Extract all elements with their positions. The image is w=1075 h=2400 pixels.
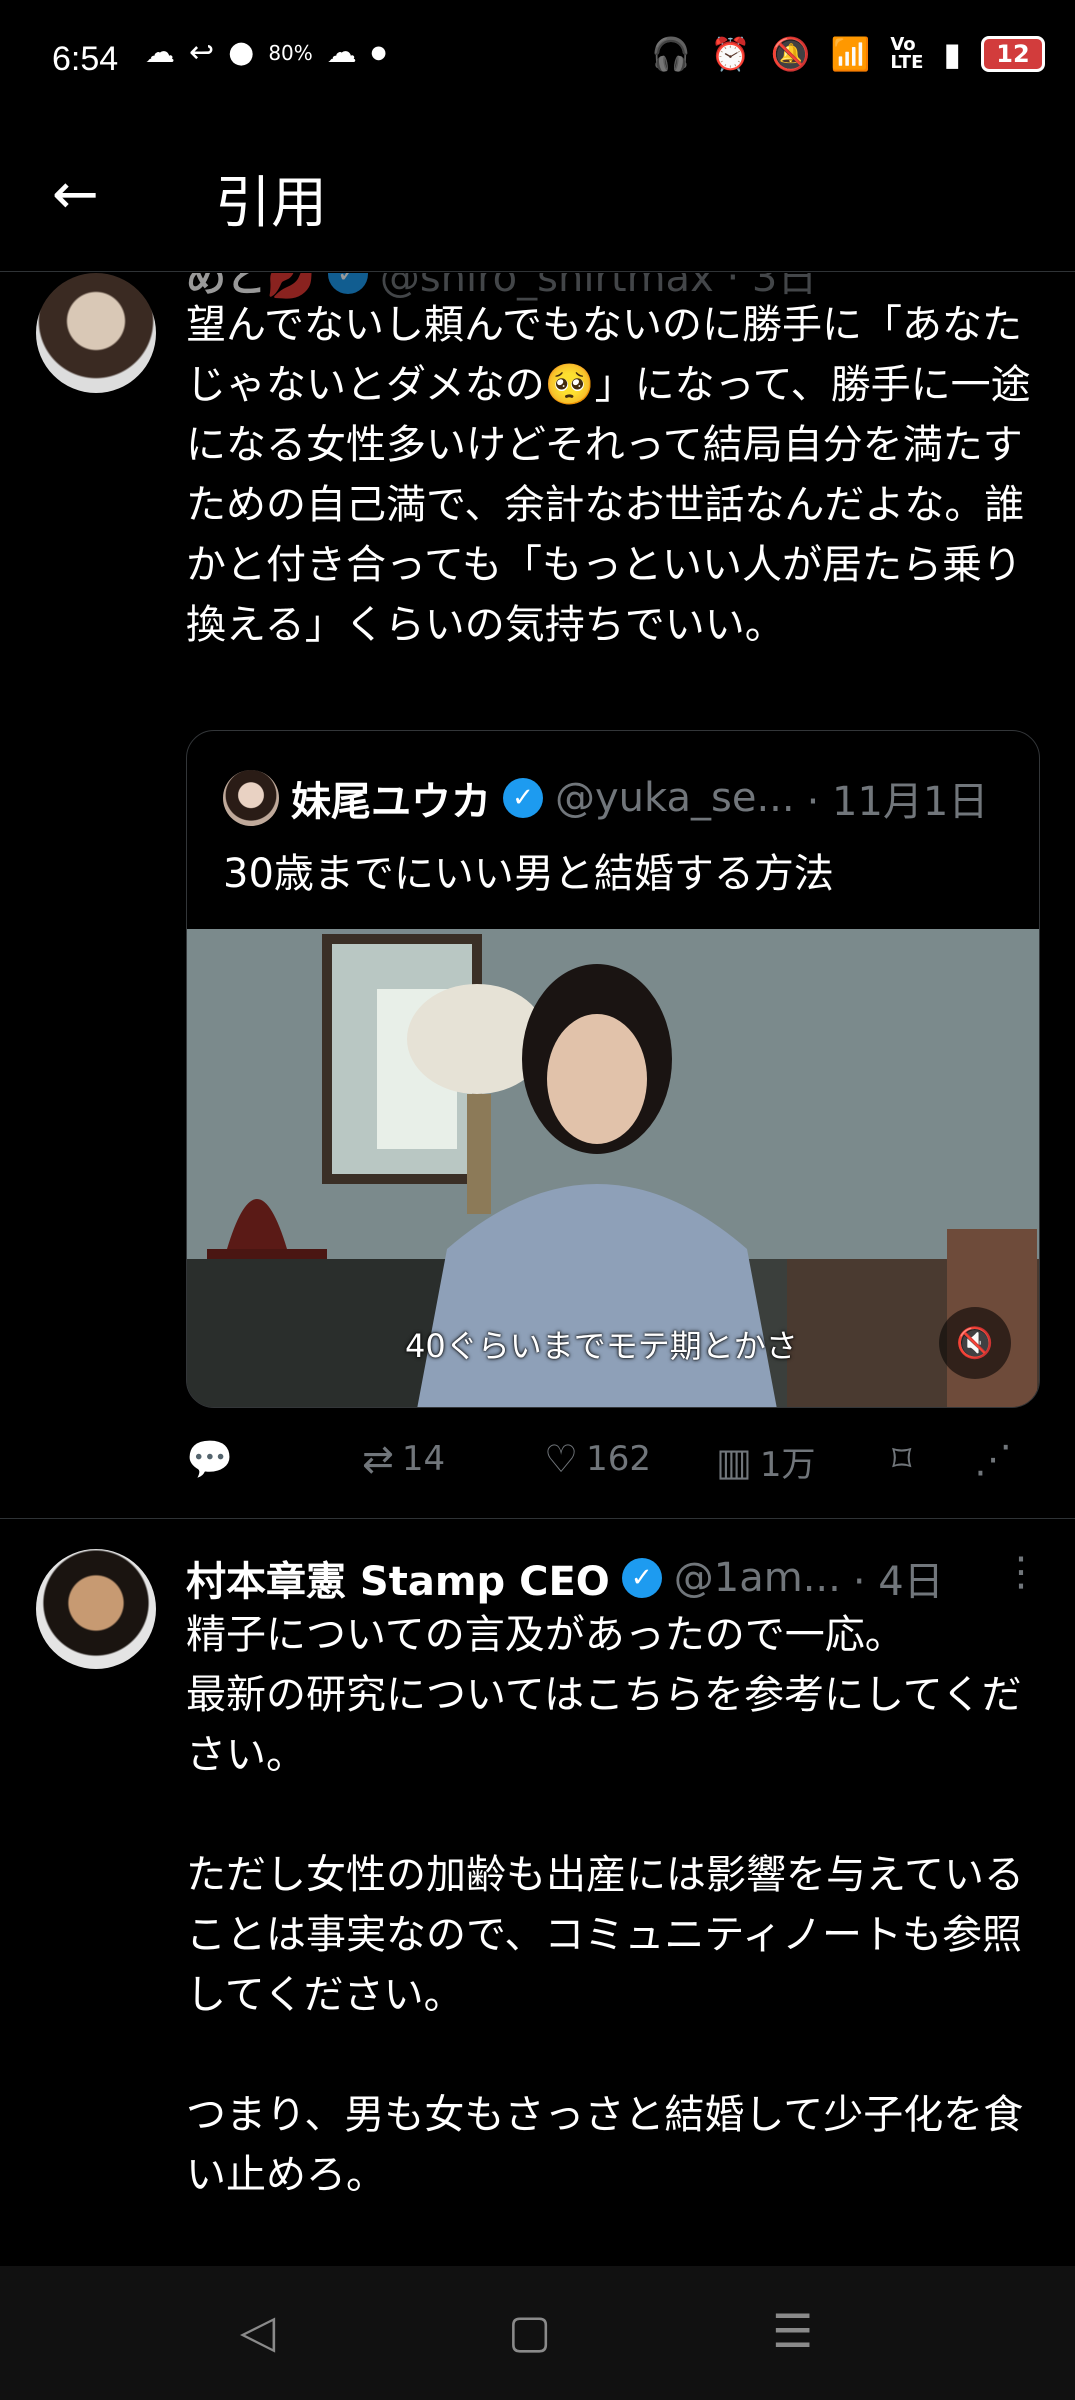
- tweet-header: 村本章憲 Stamp CEO ✓ @1am... · 4日: [186, 1549, 944, 1607]
- dot-icon: ●: [370, 42, 387, 63]
- tweet-date: · 4日: [852, 1559, 944, 1605]
- avatar[interactable]: [36, 273, 156, 393]
- headphones-icon: 🎧: [650, 35, 691, 73]
- quoted-tweet[interactable]: 妹尾ユウカ ✓ @yuka_se... · 11月1日 30歳までにいい男と結婚…: [186, 730, 1040, 1408]
- system-icons: 🎧 ⏰ 🔕 📶 Vo LTE ▮ 12: [651, 36, 1045, 72]
- page-header: ← 引用: [0, 120, 1075, 272]
- reply-icon: 💬: [186, 1437, 234, 1481]
- status-time: 6:54: [52, 40, 119, 78]
- quoted-author-handle: @yuka_se...: [555, 775, 795, 821]
- verified-badge-icon: ✓: [327, 273, 368, 294]
- view-count: 1万: [759, 1445, 816, 1485]
- author-name[interactable]: 村本章憲 Stamp CEO: [186, 1549, 610, 1607]
- signal-icon: ▮: [943, 35, 961, 73]
- avatar[interactable]: [36, 1549, 156, 1669]
- tweet[interactable]: 村本章憲 Stamp CEO ✓ @1am... · 4日 ⋮ 精子についての言…: [0, 1519, 1075, 2266]
- quoted-tweet-date: · 11月1日: [806, 779, 989, 825]
- mute-toggle-button[interactable]: 🔇: [939, 1307, 1011, 1379]
- avatar: [223, 770, 279, 826]
- tweet-body: 精子についての言及があったので一応。 最新の研究についてはこちらを参考にしてくだ…: [186, 1612, 1024, 2198]
- verified-badge-icon: ✓: [503, 778, 543, 818]
- retweet-count: 14: [401, 1439, 446, 1479]
- reply-icon: ↩: [189, 35, 215, 70]
- nav-menu-button[interactable]: ☰: [772, 2304, 813, 2358]
- volte-icon: Vo LTE: [890, 34, 924, 73]
- back-button[interactable]: ←: [52, 162, 99, 227]
- system-navigation-bar: ◁ ▢ ☰: [0, 2266, 1075, 2400]
- reply-button[interactable]: 💬: [186, 1437, 233, 1482]
- views-button[interactable]: ▥ 1万: [716, 1437, 816, 1486]
- nav-home-button[interactable]: ▢: [508, 2304, 551, 2358]
- tweet-body: 望んでないし頼んでもないのに勝手に「あなたじゃないとダメなの🥺」になって、勝手に…: [186, 302, 1031, 648]
- alarm-icon: ⏰: [710, 35, 751, 73]
- video-player[interactable]: 40ぐらいまでモテ期とかさ 🔇: [187, 929, 1039, 1407]
- mute-icon: 🔕: [770, 35, 811, 73]
- wifi-icon: 📶: [830, 35, 871, 73]
- news-icon: ●: [228, 35, 255, 70]
- bookmark-button[interactable]: ⌑: [892, 1437, 912, 1481]
- quoted-tweet-text: 30歳までにいい男と結婚する方法: [223, 851, 834, 897]
- more-options-button[interactable]: ⋮: [1001, 1549, 1041, 1595]
- cloud-80-icon: 80%: [268, 41, 313, 65]
- tweet-actions: 💬 ⇄ 14 ♡ 162 ▥ 1万 ⌑ ⋰: [186, 1437, 1046, 1497]
- notification-icons: ☁ ↩ ● 80% ☁ ●: [145, 38, 387, 68]
- page-title: 引用: [215, 171, 327, 236]
- status-bar: 6:54 ☁ ↩ ● 80% ☁ ● 🎧 ⏰ 🔕 📶 Vo LTE ▮ 12: [0, 0, 1075, 120]
- weather-icon: ☁: [145, 35, 175, 70]
- verified-badge-icon: ✓: [621, 1558, 662, 1598]
- author-handle[interactable]: @1am...: [674, 1555, 841, 1601]
- cloud-icon: ☁: [326, 35, 357, 70]
- quoted-author-name: 妹尾ユウカ: [291, 779, 491, 825]
- quoted-tweet-header: 妹尾ユウカ ✓ @yuka_se... · 11月1日: [223, 769, 988, 827]
- heart-icon: ♡: [544, 1437, 579, 1481]
- share-button[interactable]: ⋰: [974, 1437, 1012, 1481]
- battery-indicator: 12: [981, 36, 1045, 72]
- retweet-button[interactable]: ⇄ 14: [362, 1437, 445, 1481]
- muted-speaker-icon: 🔇: [956, 1325, 994, 1361]
- views-chart-icon: ▥: [716, 1439, 752, 1484]
- like-count: 162: [586, 1439, 651, 1479]
- retweet-icon: ⇄: [362, 1437, 394, 1481]
- video-caption: 40ぐらいまでモテ期とかさ: [405, 1327, 798, 1365]
- nav-back-button[interactable]: ◁: [240, 2304, 275, 2358]
- tweet[interactable]: めと💋 ✓ @shiro_shirtmax · 3日 望んでないし頼んでもないの…: [0, 273, 1075, 1518]
- share-icon: ⋰: [974, 1437, 1012, 1481]
- bookmark-icon: ⌑: [892, 1437, 912, 1481]
- like-button[interactable]: ♡ 162: [544, 1437, 651, 1481]
